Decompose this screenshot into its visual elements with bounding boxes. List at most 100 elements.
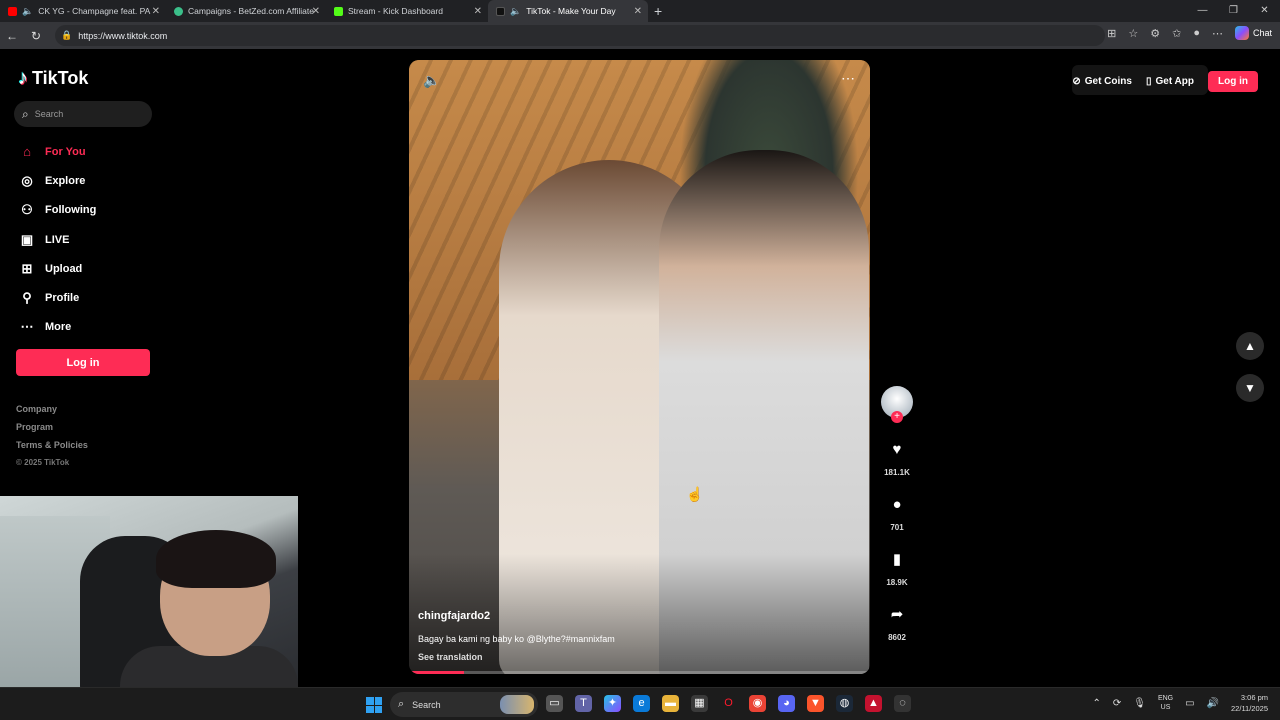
nav-label: Following: [45, 204, 97, 217]
betzed-icon: [174, 6, 183, 16]
discord-icon[interactable]: ◕: [778, 695, 795, 712]
heart-icon[interactable]: ♥: [883, 436, 911, 464]
taskbar-apps: ▭ T ✦ e ▬ ▦ O ◉ ◕ ▼ ◍ ▲ ◌: [546, 695, 911, 712]
sidebar-item-live[interactable]: ▣ LIVE: [16, 225, 96, 254]
lang-top: ENG: [1157, 695, 1174, 702]
live-icon: ▣: [20, 231, 34, 247]
tab-tiktok[interactable]: 🔈 TikTok - Make Your Day ✕: [488, 0, 648, 22]
close-tab-icon[interactable]: ✕: [634, 6, 642, 17]
url-text: https://www.tiktok.com: [78, 30, 168, 41]
speaker-icon[interactable]: 🔈: [510, 6, 521, 17]
tab-betzed[interactable]: Campaigns - BetZed.com Affiliate ✕: [166, 0, 326, 22]
get-app-link[interactable]: ▯ Get App: [1146, 76, 1194, 87]
url-field[interactable]: 🔒 https://www.tiktok.com: [55, 25, 1105, 46]
video-player[interactable]: 🔈 ⋯ chingfajardo2 Bagay ba kami ng baby …: [409, 60, 870, 674]
tiktok-logo[interactable]: ♪ TikTok: [18, 67, 88, 90]
reload-icon[interactable]: ↻: [24, 29, 48, 43]
windows-start-icon[interactable]: [366, 697, 382, 713]
language-indicator[interactable]: ENG US: [1158, 694, 1173, 712]
new-tab-icon[interactable]: +: [654, 3, 662, 19]
close-tab-icon[interactable]: ✕: [152, 6, 160, 17]
save-action[interactable]: ▮ 18.9K: [880, 546, 914, 587]
profile-icon[interactable]: ●: [1193, 27, 1200, 39]
see-translation-link[interactable]: See translation: [418, 652, 483, 662]
sidebar-item-following[interactable]: ⚇ Following: [16, 196, 96, 225]
back-icon[interactable]: ←: [0, 29, 24, 43]
sidebar-item-for-you[interactable]: ⌂ For You: [16, 137, 96, 166]
mouse-cursor-icon: ☝: [686, 486, 704, 502]
sidebar-item-more[interactable]: ⋯ More: [16, 313, 96, 342]
nav-label: LIVE: [45, 233, 70, 246]
kick-icon: [334, 6, 343, 16]
microphone-icon[interactable]: 🎙: [1133, 698, 1146, 709]
menu-dots-icon[interactable]: ⋯: [1212, 27, 1223, 40]
copilot-app-icon[interactable]: ✦: [604, 695, 621, 712]
restore-icon[interactable]: ❐: [1218, 0, 1249, 22]
sync-icon[interactable]: ⟳: [1113, 698, 1121, 709]
share-action[interactable]: ➦ 8602: [880, 601, 914, 642]
clock[interactable]: 3:06 pm 22/11/2025: [1231, 692, 1268, 714]
close-tab-icon[interactable]: ✕: [474, 6, 482, 17]
more-options-icon[interactable]: ⋯: [841, 70, 856, 87]
tab-title: TikTok - Make Your Day: [526, 6, 616, 16]
previous-video-button[interactable]: ▲: [1236, 332, 1264, 360]
file-explorer-icon[interactable]: ▬: [662, 695, 679, 712]
chrome-icon[interactable]: ◉: [749, 695, 766, 712]
footer-link-terms[interactable]: Terms & Policies: [16, 440, 88, 458]
edge-icon[interactable]: e: [633, 695, 650, 712]
tab-kick[interactable]: Stream - Kick Dashboard ✕: [326, 0, 488, 22]
sidebar-item-explore[interactable]: ◎ Explore: [16, 166, 96, 195]
copilot-chat-button[interactable]: Chat: [1234, 26, 1272, 40]
youtube-icon: [8, 6, 17, 16]
taskbar-search[interactable]: ⌕ Search: [390, 692, 538, 717]
steam-icon[interactable]: ◍: [836, 695, 853, 712]
search-placeholder: Search: [34, 109, 64, 119]
opera-icon[interactable]: O: [720, 695, 737, 712]
footer-link-program[interactable]: Program: [16, 422, 88, 440]
creator-avatar[interactable]: +: [881, 386, 913, 423]
sidebar-login-button[interactable]: Log in: [16, 349, 150, 376]
brave-icon[interactable]: ▼: [807, 695, 824, 712]
sidebar-item-profile[interactable]: ⚲ Profile: [16, 283, 96, 312]
nav-label: For You: [45, 145, 86, 158]
next-video-button[interactable]: ▼: [1236, 374, 1264, 402]
get-coins-link[interactable]: ⊘ Get Coins: [1072, 76, 1132, 87]
sidebar-item-upload[interactable]: ⊞ Upload: [16, 254, 96, 283]
network-icon[interactable]: ▭: [1185, 698, 1194, 709]
speaker-icon[interactable]: 🔈: [22, 6, 33, 17]
search-highlight-image: [500, 695, 534, 714]
footer-link-company[interactable]: Company: [16, 404, 88, 422]
teams-icon[interactable]: T: [575, 695, 592, 712]
video-author[interactable]: chingfajardo2: [418, 610, 490, 622]
like-action[interactable]: ♥ 181.1K: [880, 436, 914, 477]
address-bar: ← ↻ 🔒 https://www.tiktok.com ⊞ ☆ ⚙ ✩ ● ⋯…: [0, 22, 1280, 49]
extensions-icon[interactable]: ⚙: [1150, 27, 1160, 40]
chat-label: Chat: [1252, 28, 1272, 38]
minimize-icon[interactable]: —: [1187, 0, 1218, 22]
store-icon[interactable]: ▦: [691, 695, 708, 712]
favorites-icon[interactable]: ✩: [1172, 27, 1181, 40]
search-input[interactable]: ⌕ Search: [14, 101, 152, 127]
comment-action[interactable]: ● 701: [880, 491, 914, 532]
chevron-up-icon[interactable]: ⌃: [1092, 698, 1100, 709]
close-tab-icon[interactable]: ✕: [312, 6, 320, 17]
video-progress-bar[interactable]: [409, 671, 870, 674]
red-app-icon[interactable]: ▲: [865, 695, 882, 712]
follow-plus-icon[interactable]: +: [891, 411, 903, 423]
tab-youtube[interactable]: 🔈 CK YG - Champagne feat. PA ✕: [0, 0, 166, 22]
favorite-star-icon[interactable]: ☆: [1128, 27, 1138, 40]
comment-icon[interactable]: ●: [883, 491, 911, 519]
obs-icon[interactable]: ◌: [894, 695, 911, 712]
tiktok-icon: [496, 6, 505, 16]
bookmark-icon[interactable]: ▮: [883, 546, 911, 574]
taskbar-search-label: Search: [412, 699, 441, 710]
app-install-icon[interactable]: ⊞: [1107, 27, 1116, 40]
header-login-button[interactable]: Log in: [1208, 71, 1258, 92]
share-icon[interactable]: ➦: [883, 601, 911, 629]
volume-icon[interactable]: 🔊: [1207, 698, 1219, 709]
volume-icon[interactable]: 🔈: [423, 72, 440, 89]
close-window-icon[interactable]: ✕: [1249, 0, 1280, 22]
search-icon: ⌕: [22, 106, 29, 121]
task-view-icon[interactable]: ▭: [546, 695, 563, 712]
lang-bottom: US: [1160, 704, 1171, 711]
